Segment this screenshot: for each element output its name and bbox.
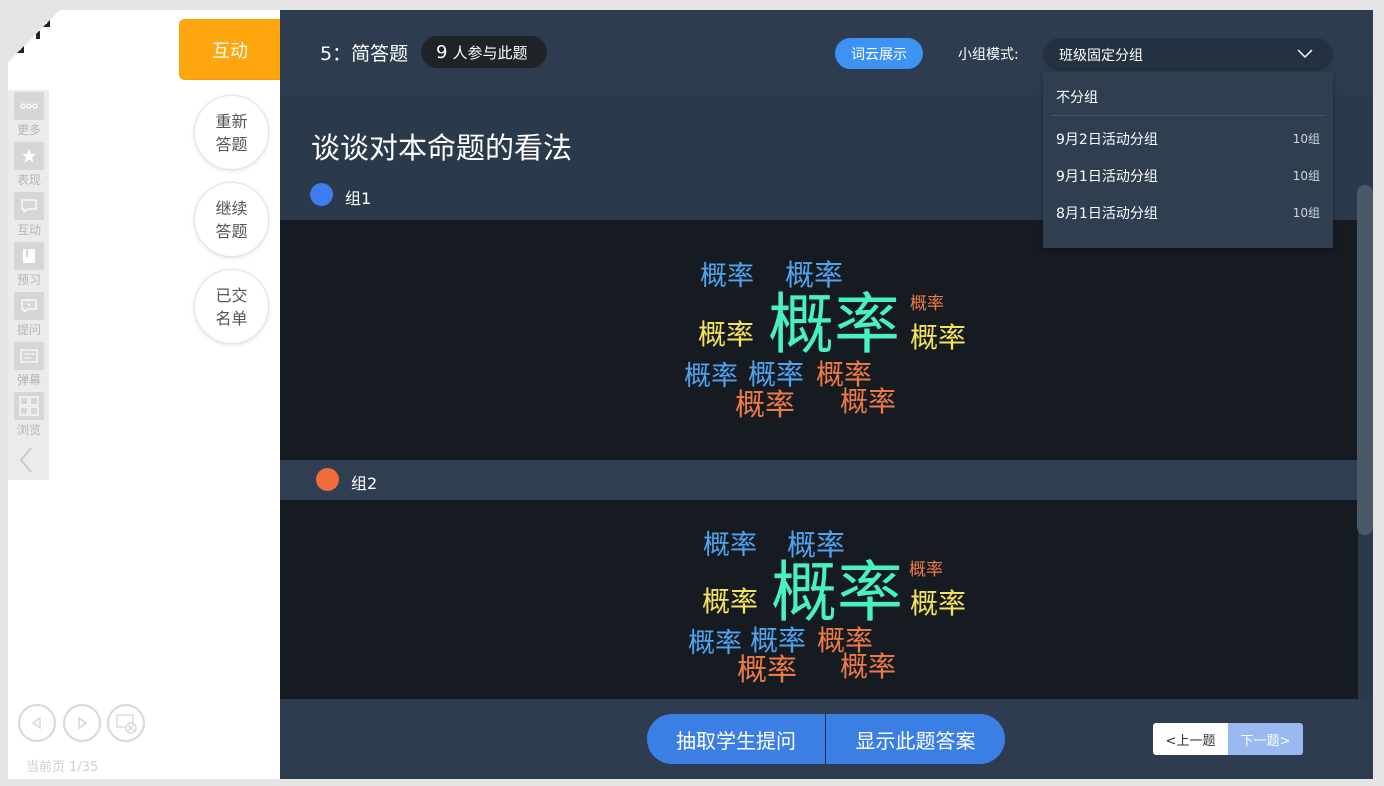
reanswer-button[interactable]: 重新答题: [194, 95, 269, 170]
dropdown-option-none[interactable]: 不分组: [1056, 87, 1098, 107]
word-cloud-term: 概率: [840, 650, 897, 683]
option-count: 10组: [1292, 169, 1320, 183]
word-cloud-term: 概率: [735, 388, 795, 423]
tool-browse[interactable]: 浏览: [14, 392, 44, 438]
word-cloud: 概率 概率 概率 概率 概率 概率 概率 概率 概率 概率 概率: [280, 220, 1358, 460]
word-cloud-term: 概率: [684, 361, 738, 392]
tool-label: 互动: [16, 223, 41, 237]
question-text: 谈谈对本命题的看法: [311, 131, 573, 165]
more-icon: [14, 92, 44, 120]
dropdown-divider: [1052, 115, 1325, 116]
word-cloud-term: 概率: [748, 358, 805, 391]
word-cloud-term: 概率: [771, 554, 903, 631]
barrage-icon: [14, 342, 44, 370]
option-label: 8月1日活动分组: [1056, 206, 1158, 222]
word-cloud-term: 概率: [909, 560, 943, 580]
collapse-arrow-icon[interactable]: [18, 446, 34, 474]
interact-tab[interactable]: 互动: [179, 19, 281, 80]
page-fold: [8, 10, 60, 62]
group-name: 组1: [345, 189, 372, 208]
word-cloud-term: 概率: [910, 587, 967, 620]
word-cloud-term: 概率: [688, 628, 742, 659]
pick-student-button[interactable]: 抽取学生提问: [647, 714, 825, 764]
grid-icon: [14, 392, 44, 420]
show-answer-button[interactable]: 显示此题答案: [826, 714, 1005, 764]
participant-text: 人参与此题: [452, 43, 528, 62]
group-color-dot: [316, 468, 339, 491]
word-cloud-term: 概率: [737, 653, 797, 688]
close-screen-button[interactable]: [107, 704, 145, 742]
word-cloud-term: 概率: [750, 624, 807, 657]
group-mode-select[interactable]: 班级固定分组: [1043, 38, 1333, 71]
tool-label: 预习: [16, 273, 41, 287]
word-cloud-term: 概率: [910, 321, 967, 354]
scrollbar[interactable]: [1357, 185, 1373, 535]
option-label: 9月2日活动分组: [1056, 132, 1158, 148]
participant-count: 9: [436, 41, 448, 63]
group-mode-value: 班级固定分组: [1059, 47, 1143, 64]
participant-badge: 9 人参与此题: [421, 36, 548, 68]
tool-label: 表现: [16, 173, 41, 187]
prev-slide-button[interactable]: [18, 704, 56, 742]
prev-question-button[interactable]: <上一题: [1153, 723, 1228, 755]
word-cloud-term: 概率: [702, 585, 759, 618]
continue-answer-button[interactable]: 继续答题: [194, 182, 269, 257]
group-mode-dropdown: 不分组 9月2日活动分组 10组 9月1日活动分组 10组 8月1日活动分组 10组: [1043, 72, 1333, 248]
action-footer: 抽取学生提问 显示此题答案 <上一题 下一题>: [280, 699, 1373, 779]
next-slide-button[interactable]: [63, 704, 101, 742]
word-cloud-term: 概率: [698, 318, 755, 351]
tool-preview[interactable]: 预习: [14, 242, 44, 288]
tool-interact[interactable]: 互动: [14, 192, 44, 238]
word-cloud-button[interactable]: 词云展示: [835, 38, 923, 69]
word-cloud-term: 概率: [910, 294, 944, 314]
group-header: 组2: [280, 460, 1358, 500]
group-mode-label: 小组模式:: [958, 47, 1019, 63]
word-cloud: 概率 概率 概率 概率 概率 概率 概率 概率 概率 概率 概率: [280, 500, 1358, 699]
tool-performance[interactable]: 表现: [14, 142, 44, 188]
side-toolbar: 更多 表现 互动 预习 提问 弹幕 浏览: [8, 90, 49, 480]
tool-label: 浏览: [16, 423, 41, 437]
close-screen-icon: [116, 714, 137, 734]
tool-more[interactable]: 更多: [14, 92, 44, 138]
star-icon: [14, 142, 44, 170]
tool-barrage[interactable]: 弹幕: [14, 342, 44, 388]
submitted-list-button[interactable]: 已交名单: [194, 269, 269, 344]
word-cloud-term: 概率: [703, 530, 757, 561]
tool-label: 提问: [16, 323, 41, 337]
word-cloud-term: 概率: [840, 385, 897, 418]
group-name: 组2: [351, 474, 378, 493]
dropdown-option[interactable]: 8月1日活动分组 10组: [1056, 203, 1320, 223]
chat-icon: [14, 192, 44, 220]
option-label: 9月1日活动分组: [1056, 169, 1158, 185]
page-indicator: 当前页 1/35: [26, 760, 99, 775]
option-count: 10组: [1292, 206, 1320, 220]
next-question-button[interactable]: 下一题>: [1228, 723, 1303, 755]
triangle-right-icon: [78, 716, 88, 730]
question-chat-icon: [14, 292, 44, 320]
tool-question[interactable]: 提问: [14, 292, 44, 338]
word-cloud-term: 概率: [700, 261, 754, 292]
tool-label: 更多: [16, 123, 41, 137]
word-cloud-term: 概率: [768, 286, 900, 363]
triangle-left-icon: [31, 716, 41, 730]
question-title: 5：简答题: [320, 43, 409, 65]
tool-label: 弹幕: [16, 373, 41, 387]
dropdown-option[interactable]: 9月2日活动分组 10组: [1056, 129, 1320, 149]
option-count: 10组: [1292, 132, 1320, 146]
chevron-down-icon: [1297, 49, 1313, 59]
book-icon: [14, 242, 44, 270]
question-panel: 5：简答题 9 人参与此题 词云展示 小组模式: 班级固定分组 谈谈对本命题的看…: [280, 10, 1373, 779]
dropdown-option[interactable]: 9月1日活动分组 10组: [1056, 166, 1320, 186]
group-color-dot: [310, 183, 333, 206]
